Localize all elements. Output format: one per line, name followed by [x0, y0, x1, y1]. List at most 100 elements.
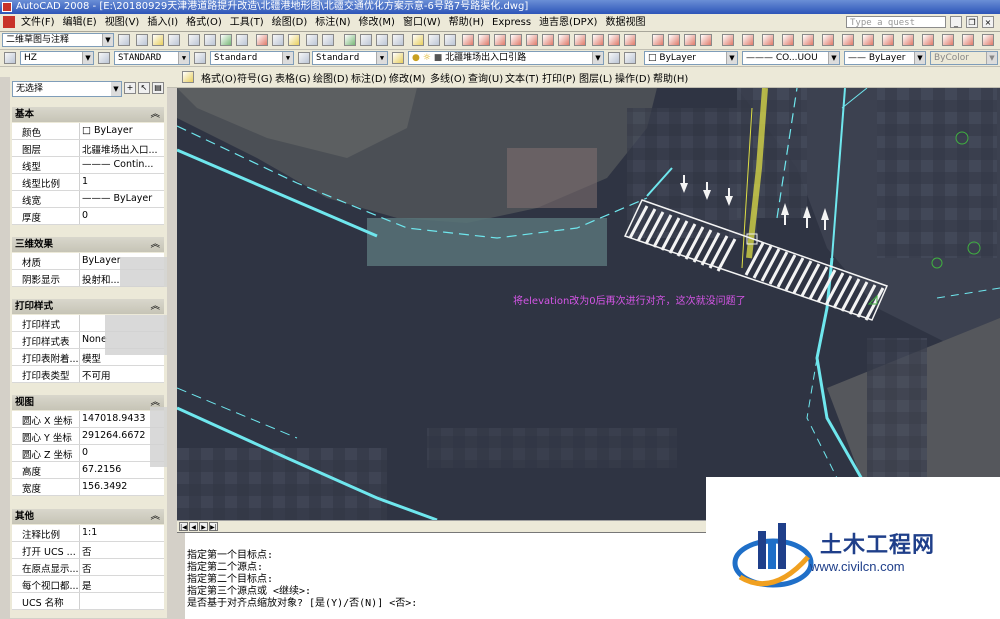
plugin-menu-plot[interactable]: 打印(P): [542, 70, 576, 85]
dim-update-icon[interactable]: [722, 34, 734, 46]
dpx-tool-10-icon[interactable]: [922, 34, 934, 46]
chevron-down-icon[interactable]: ▼: [592, 52, 603, 64]
chevron-down-icon[interactable]: ▼: [178, 52, 189, 64]
dim-edit-icon[interactable]: [684, 34, 696, 46]
dpx-tool-3-icon[interactable]: [782, 34, 794, 46]
dim-arc-icon[interactable]: [494, 34, 506, 46]
first-tab-icon[interactable]: |◀: [179, 522, 188, 531]
3d-dwf-icon[interactable]: [236, 34, 248, 46]
dim-angular-icon[interactable]: [574, 34, 586, 46]
property-value[interactable]: 不可用: [82, 368, 162, 382]
tolerance-icon[interactable]: [652, 34, 664, 46]
dim-jogged-icon[interactable]: [542, 34, 554, 46]
dim-style-icon[interactable]: [98, 52, 110, 64]
redo-icon[interactable]: [322, 34, 334, 46]
quick-dim-icon[interactable]: [592, 34, 604, 46]
restore-icon[interactable]: ❐: [966, 16, 978, 28]
property-value[interactable]: ——— ByLayer: [82, 193, 162, 204]
section-plot-style[interactable]: 打印样式 ︽: [12, 299, 164, 314]
property-row[interactable]: 宽度 156.3492: [12, 479, 164, 496]
help-search-input[interactable]: Type a quest: [846, 16, 946, 28]
table-style-icon[interactable]: [194, 52, 206, 64]
plot-preview-icon[interactable]: [204, 34, 216, 46]
dpx-tool-12-icon[interactable]: [962, 34, 974, 46]
dim-linear-icon[interactable]: [462, 34, 474, 46]
dpx-tool-4-icon[interactable]: [802, 34, 814, 46]
dim-continue-icon[interactable]: [624, 34, 636, 46]
plugin-menu-modify[interactable]: 修改(M): [389, 70, 425, 85]
multileader-style-icon[interactable]: [298, 52, 310, 64]
chevron-down-icon[interactable]: ▼: [82, 52, 93, 64]
cut-icon[interactable]: [256, 34, 268, 46]
plotstyle-select[interactable]: ByColor ▼: [930, 51, 998, 65]
property-row[interactable]: 打开 UCS ... 否: [12, 542, 164, 559]
menu-window[interactable]: 窗口(W): [399, 14, 445, 31]
dpx-tool-2-icon[interactable]: [762, 34, 774, 46]
property-row[interactable]: 在原点显示... 否: [12, 559, 164, 576]
workspace-settings-icon[interactable]: [118, 34, 130, 46]
collapse-icon[interactable]: ︽: [150, 107, 160, 122]
property-row[interactable]: 打印表类型 不可用: [12, 366, 164, 383]
chevron-down-icon[interactable]: ▼: [914, 52, 925, 64]
save-icon[interactable]: [168, 34, 180, 46]
dim-ordinate-icon[interactable]: [510, 34, 522, 46]
menu-dpx[interactable]: 迪吉恩(DPX): [535, 14, 601, 31]
make-current-layer-icon[interactable]: [608, 52, 620, 64]
chevron-down-icon[interactable]: ▼: [111, 82, 121, 96]
property-value[interactable]: 否: [82, 561, 162, 575]
property-row[interactable]: 厚度 0: [12, 208, 164, 225]
plugin-menu-operate[interactable]: 操作(D): [615, 70, 651, 85]
plugin-menu-text[interactable]: 文本(T): [505, 70, 539, 85]
property-row[interactable]: 圆心 Y 坐标 291264.6672: [12, 428, 164, 445]
zoom-window-icon[interactable]: [376, 34, 388, 46]
property-row[interactable]: 圆心 X 坐标 147018.9433: [12, 411, 164, 428]
dim-diameter-icon[interactable]: [558, 34, 570, 46]
property-value[interactable]: □ ByLayer: [82, 125, 162, 136]
plot-icon[interactable]: [188, 34, 200, 46]
layer-manager-icon[interactable]: [392, 52, 404, 64]
chevron-down-icon[interactable]: ▼: [282, 52, 293, 64]
color-select[interactable]: □ ByLayer ▼: [644, 51, 738, 65]
plugin-menu-help[interactable]: 帮助(H): [653, 70, 688, 85]
collapse-icon[interactable]: ︽: [150, 509, 160, 524]
menu-express[interactable]: Express: [488, 14, 535, 31]
property-value[interactable]: 0: [82, 210, 162, 221]
toggle-pickadd-icon[interactable]: +: [124, 82, 136, 94]
property-value[interactable]: 1: [82, 176, 162, 187]
chevron-down-icon[interactable]: ▼: [986, 52, 997, 64]
property-value[interactable]: 156.3492: [82, 481, 162, 492]
undo-icon[interactable]: [306, 34, 318, 46]
property-row[interactable]: 线型比例 1: [12, 174, 164, 191]
property-value[interactable]: ——— Contin...: [82, 159, 162, 170]
property-value[interactable]: 是: [82, 578, 162, 592]
dim-text-edit-icon[interactable]: [700, 34, 712, 46]
prev-tab-icon[interactable]: ◀: [189, 522, 198, 531]
chevron-down-icon[interactable]: ▼: [376, 52, 387, 64]
menu-file[interactable]: 文件(F): [17, 14, 59, 31]
dpx-tool-6-icon[interactable]: [842, 34, 854, 46]
dpx-tool-8-icon[interactable]: [882, 34, 894, 46]
menu-view[interactable]: 视图(V): [101, 14, 144, 31]
plugin-menu-query[interactable]: 查询(U): [468, 70, 503, 85]
linetype-select[interactable]: ——— CO...UOU ▼: [742, 51, 840, 65]
design-center-icon[interactable]: [428, 34, 440, 46]
minimize-icon[interactable]: _: [950, 16, 962, 28]
section-misc[interactable]: 其他 ︽: [12, 509, 164, 524]
plugin-menu-table[interactable]: 表格(G): [275, 70, 311, 85]
document-icon[interactable]: [3, 16, 15, 28]
table-style-select[interactable]: Standard ▼: [210, 51, 294, 65]
menu-tools[interactable]: 工具(T): [226, 14, 268, 31]
publish-icon[interactable]: [220, 34, 232, 46]
plugin-menu-multiline[interactable]: 多线(O): [430, 70, 466, 85]
dpx-tool-9-icon[interactable]: [902, 34, 914, 46]
dpx-tool-7-icon[interactable]: [862, 34, 874, 46]
plugin-menu-dimension[interactable]: 标注(D): [351, 70, 387, 85]
chevron-down-icon[interactable]: ▼: [102, 34, 113, 46]
property-row[interactable]: 线宽 ——— ByLayer: [12, 191, 164, 208]
last-tab-icon[interactable]: ▶|: [209, 522, 218, 531]
text-style-select[interactable]: HZ ▼: [20, 51, 94, 65]
qnew-icon[interactable]: [136, 34, 148, 46]
command-prompt-line[interactable]: 是否基于对齐点缩放对象? [是(Y)/否(N)] <否>:: [187, 594, 417, 609]
plugin-menu-layer[interactable]: 图层(L): [579, 70, 612, 85]
close-icon[interactable]: ×: [982, 16, 994, 28]
